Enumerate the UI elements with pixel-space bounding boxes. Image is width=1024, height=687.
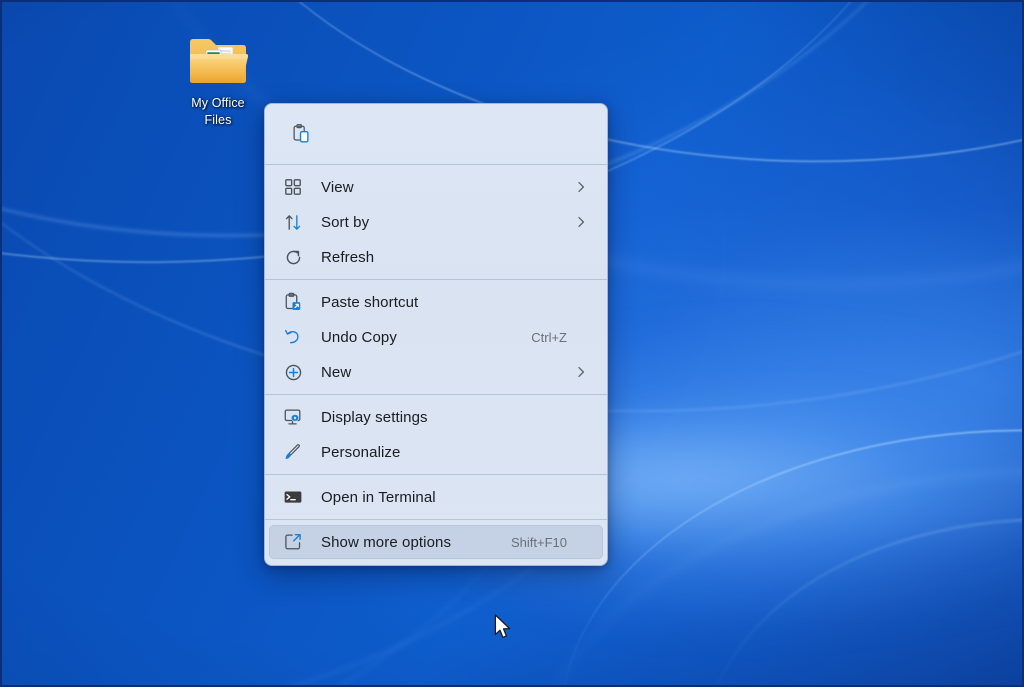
sort-icon [281, 210, 305, 234]
menu-item-accelerator: Shift+F10 [511, 535, 567, 550]
menu-item-label: Undo Copy [321, 329, 531, 346]
context-menu-group-more: Show more options Shift+F10 [265, 520, 607, 564]
menu-item-open-in-terminal[interactable]: Open in Terminal [269, 480, 603, 514]
undo-icon [281, 325, 305, 349]
menu-item-undo-copy[interactable]: Undo Copy Ctrl+Z [269, 320, 603, 354]
menu-item-refresh[interactable]: Refresh [269, 240, 603, 274]
desktop-icon-label: My Office Files [170, 95, 266, 129]
menu-item-personalize[interactable]: Personalize [269, 435, 603, 469]
context-menu-group-edit: Paste shortcut Undo Copy Ctrl+Z [265, 280, 607, 394]
paste-shortcut-icon [281, 290, 305, 314]
menu-item-label: Show more options [321, 534, 511, 551]
menu-item-new[interactable]: New [269, 355, 603, 389]
menu-item-accelerator: Ctrl+Z [531, 330, 567, 345]
menu-item-label: Personalize [321, 444, 567, 461]
menu-item-label: New [321, 364, 567, 381]
view-grid-icon [281, 175, 305, 199]
context-menu-command-bar [265, 104, 607, 164]
menu-item-display-settings[interactable]: Display settings [269, 400, 603, 434]
chevron-right-icon [573, 181, 589, 193]
desktop-context-menu[interactable]: View [264, 103, 608, 566]
show-more-options-icon [281, 530, 305, 554]
menu-item-label: Paste shortcut [321, 294, 567, 311]
menu-item-label: View [321, 179, 567, 196]
new-plus-icon [281, 360, 305, 384]
menu-item-label: Display settings [321, 409, 567, 426]
desktop-icon-label-line2: Files [170, 112, 266, 129]
chevron-right-icon [573, 216, 589, 228]
chevron-right-icon [573, 366, 589, 378]
context-menu-group-terminal: Open in Terminal [265, 475, 607, 519]
terminal-icon [281, 485, 305, 509]
menu-item-view[interactable]: View [269, 170, 603, 204]
menu-item-paste-shortcut[interactable]: Paste shortcut [269, 285, 603, 319]
menu-item-label: Refresh [321, 249, 567, 266]
folder-with-spreadsheet-icon [186, 32, 250, 88]
menu-item-label: Sort by [321, 214, 567, 231]
desktop-screen: My Office Files [0, 0, 1024, 687]
paste-command-button[interactable] [284, 117, 318, 151]
menu-item-label: Open in Terminal [321, 489, 567, 506]
context-menu-group-view: View [265, 165, 607, 279]
desktop-icon-my-office-files[interactable]: My Office Files [170, 32, 266, 129]
menu-item-show-more-options[interactable]: Show more options Shift+F10 [269, 525, 603, 559]
context-menu-group-display: Display settings Personalize [265, 395, 607, 474]
monitor-gear-icon [281, 405, 305, 429]
desktop-icon-label-line1: My Office [170, 95, 266, 112]
menu-item-sort-by[interactable]: Sort by [269, 205, 603, 239]
refresh-icon [281, 245, 305, 269]
paintbrush-icon [281, 440, 305, 464]
